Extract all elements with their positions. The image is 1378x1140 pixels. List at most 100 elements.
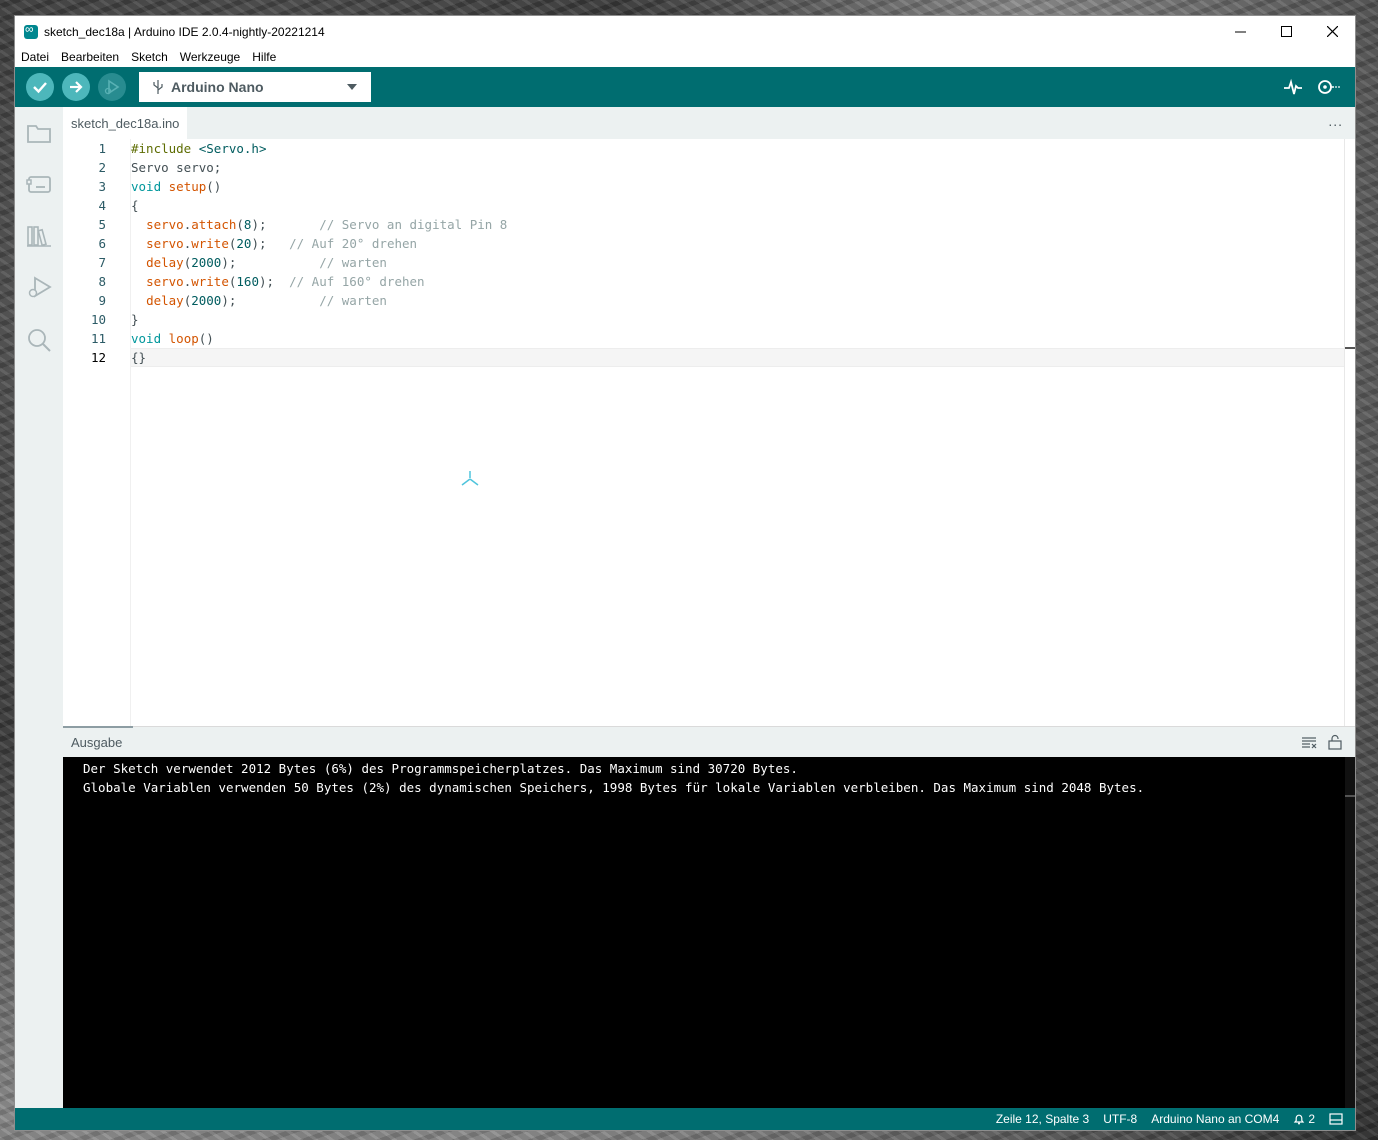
output-panel-header: Ausgabe <box>63 726 1355 758</box>
more-actions-button[interactable]: ... <box>1328 113 1343 129</box>
line-number: 8 <box>98 274 106 289</box>
clear-output-icon <box>1302 737 1317 749</box>
code-token: ); <box>221 293 320 308</box>
activity-sidebar <box>15 107 63 1108</box>
code-line: void loop() <box>131 329 214 348</box>
debug-button[interactable] <box>98 73 126 101</box>
code-line: Servo servo; <box>131 158 221 177</box>
output-line: Der Sketch verwendet 2012 Bytes (6%) des… <box>83 761 798 776</box>
toggle-panel-button[interactable] <box>1329 1113 1343 1125</box>
code-line-current: {} <box>131 348 1345 367</box>
status-bar: Zeile 12, Spalte 3 UTF-8 Arduino Nano an… <box>15 1108 1355 1130</box>
lock-output-button[interactable] <box>1327 734 1343 750</box>
cursor-position[interactable]: Zeile 12, Spalte 3 <box>996 1112 1089 1126</box>
editor-tab-bar: sketch_dec18a.ino ... <box>63 107 1355 139</box>
code-line: servo.write(20); // Auf 20° drehen <box>131 234 417 253</box>
board-selector[interactable]: Arduino Nano <box>139 72 371 102</box>
code-token: ( <box>236 217 244 232</box>
code-token: 2000 <box>191 293 222 308</box>
file-encoding[interactable]: UTF-8 <box>1103 1112 1137 1126</box>
code-line: servo.attach(8); // Servo an digital Pin… <box>131 215 507 234</box>
code-token: {} <box>131 350 147 365</box>
library-manager-button[interactable] <box>26 223 52 249</box>
serial-monitor-icon <box>1318 80 1340 94</box>
line-number: 1 <box>98 141 106 156</box>
check-icon <box>33 82 47 94</box>
code-token: setup <box>168 179 207 194</box>
loading-spinner-icon <box>461 471 479 486</box>
code-line: servo.write(160); // Auf 160° drehen <box>131 272 425 291</box>
notification-count: 2 <box>1308 1112 1315 1126</box>
search-button[interactable] <box>26 327 52 353</box>
code-token: ); <box>251 217 320 232</box>
line-number: 3 <box>98 179 106 194</box>
code-token: 20 <box>236 236 252 251</box>
code-token: // Auf 20° drehen <box>289 236 418 251</box>
close-button[interactable] <box>1309 16 1355 47</box>
arduino-logo-icon <box>24 22 38 39</box>
menu-sketch[interactable]: Sketch <box>125 47 174 67</box>
serial-plotter-button[interactable] <box>1283 77 1303 97</box>
line-number: 4 <box>98 198 106 213</box>
code-token: servo <box>146 274 184 289</box>
arrow-right-icon <box>70 81 83 93</box>
output-title[interactable]: Ausgabe <box>71 735 122 750</box>
board-name: Arduino Nano <box>171 79 264 95</box>
code-token: // warten <box>319 293 387 308</box>
upload-button[interactable] <box>62 73 90 101</box>
bell-icon <box>1294 1114 1305 1125</box>
menu-hilfe[interactable]: Hilfe <box>246 47 282 67</box>
tab-label: sketch_dec18a.ino <box>71 115 180 131</box>
arduino-ide-window: sketch_dec18a | Arduino IDE 2.0.4-nightl… <box>15 16 1355 1130</box>
code-line: delay(2000); // warten <box>131 253 387 272</box>
code-token: void <box>131 331 162 346</box>
verify-button[interactable] <box>26 73 54 101</box>
scroll-marker <box>1345 795 1355 797</box>
output-scrollbar[interactable] <box>1345 757 1355 1108</box>
code-token: #include <box>131 141 192 156</box>
debug-panel-button[interactable] <box>26 275 52 301</box>
unlock-icon <box>1328 734 1342 750</box>
code-token: () <box>206 179 222 194</box>
window-title: sketch_dec18a | Arduino IDE 2.0.4-nightl… <box>44 24 325 39</box>
minimize-icon <box>1234 31 1246 33</box>
serial-monitor-button[interactable] <box>1315 77 1341 97</box>
minimize-button[interactable] <box>1217 16 1263 47</box>
tab-sketch-file[interactable]: sketch_dec18a.ino <box>63 107 188 139</box>
clear-output-button[interactable] <box>1301 734 1317 750</box>
code-token: servo <box>146 236 184 251</box>
output-tab-indicator <box>63 726 133 728</box>
code-token: Servo servo; <box>131 160 222 175</box>
code-line: void setup() <box>131 177 221 196</box>
code-token: write <box>191 274 229 289</box>
debug-icon <box>28 276 52 298</box>
menu-werkzeuge[interactable]: Werkzeuge <box>174 47 246 67</box>
sketchbook-button[interactable] <box>26 120 52 146</box>
code-line: } <box>131 310 139 329</box>
line-number: 6 <box>98 236 106 251</box>
code-token: ); <box>258 274 290 289</box>
maximize-button[interactable] <box>1263 16 1309 47</box>
menu-bearbeiten[interactable]: Bearbeiten <box>55 47 125 67</box>
code-line: { <box>131 196 139 215</box>
library-icon <box>27 226 51 247</box>
code-token: // warten <box>319 255 387 270</box>
notifications-button[interactable]: 2 <box>1293 1112 1315 1126</box>
board-port-status[interactable]: Arduino Nano an COM4 <box>1151 1112 1279 1126</box>
code-editor[interactable]: 1 2 3 4 5 6 7 8 9 10 11 12 #include <Ser… <box>63 139 1355 726</box>
code-token: 160 <box>236 274 259 289</box>
editor-scrollbar[interactable] <box>1344 139 1355 726</box>
output-console[interactable]: Der Sketch verwendet 2012 Bytes (6%) des… <box>63 757 1355 1108</box>
menu-datei[interactable]: Datei <box>15 47 55 67</box>
boards-manager-button[interactable] <box>26 171 52 197</box>
search-icon <box>28 329 51 352</box>
debug-icon <box>104 79 120 95</box>
code-token: servo <box>146 217 184 232</box>
code-line: #include <Servo.h> <box>131 139 266 158</box>
